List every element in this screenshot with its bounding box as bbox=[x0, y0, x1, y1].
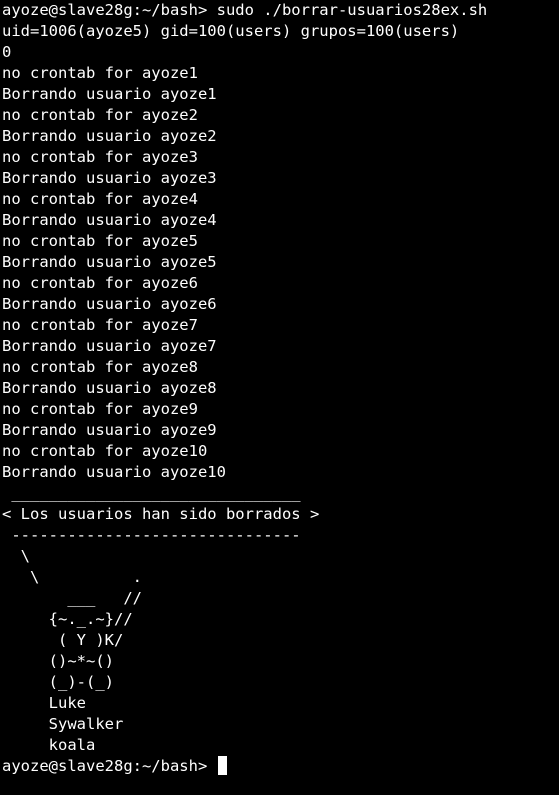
output-line: Borrando usuario ayoze8 bbox=[2, 379, 217, 397]
output-line: no crontab for ayoze4 bbox=[2, 190, 198, 208]
cowsay-line: koala bbox=[2, 736, 96, 754]
cowsay-line: < Los usuarios han sido borrados > bbox=[2, 505, 320, 523]
cowsay-line: Luke bbox=[2, 694, 86, 712]
output-line: Borrando usuario ayoze1 bbox=[2, 85, 217, 103]
shell-prompt: ayoze@slave28g:~/bash> bbox=[2, 757, 217, 775]
output-line: no crontab for ayoze9 bbox=[2, 400, 198, 418]
output-line: Borrando usuario ayoze3 bbox=[2, 169, 217, 187]
output-line: no crontab for ayoze2 bbox=[2, 106, 198, 124]
cowsay-line: (_)-(_) bbox=[2, 673, 114, 691]
output-line: no crontab for ayoze10 bbox=[2, 442, 208, 460]
cowsay-line: ()~*~() bbox=[2, 652, 114, 670]
prompt-line[interactable]: ayoze@slave28g:~/bash> bbox=[2, 756, 559, 777]
cowsay-line: {~._.~}// bbox=[2, 610, 133, 628]
cowsay-line: \ bbox=[2, 547, 30, 565]
cowsay-line: \ . bbox=[2, 568, 142, 586]
cowsay-line: ___ // bbox=[2, 589, 142, 607]
output-line: Borrando usuario ayoze4 bbox=[2, 211, 217, 229]
output-line: Borrando usuario ayoze2 bbox=[2, 127, 217, 145]
output-line: Borrando usuario ayoze9 bbox=[2, 421, 217, 439]
output-line: no crontab for ayoze8 bbox=[2, 358, 198, 376]
output-line: Borrando usuario ayoze6 bbox=[2, 295, 217, 313]
output-line: no crontab for ayoze1 bbox=[2, 64, 198, 82]
cowsay-line: ( Y )K/ bbox=[2, 631, 124, 649]
cowsay-line: ------------------------------- bbox=[2, 526, 301, 544]
terminal-window[interactable]: ayoze@slave28g:~/bash> sudo ./borrar-usu… bbox=[0, 0, 559, 795]
cowsay-line: _______________________________ bbox=[2, 484, 301, 502]
command-line: ayoze@slave28g:~/bash> sudo ./borrar-usu… bbox=[2, 1, 488, 19]
output-line: no crontab for ayoze3 bbox=[2, 148, 198, 166]
exit-status-line: 0 bbox=[2, 43, 12, 61]
output-line: no crontab for ayoze7 bbox=[2, 316, 198, 334]
output-line: Borrando usuario ayoze7 bbox=[2, 337, 217, 355]
id-output-line: uid=1006(ayoze5) gid=100(users) grupos=1… bbox=[2, 22, 460, 40]
text-cursor[interactable] bbox=[217, 756, 227, 775]
output-line: no crontab for ayoze5 bbox=[2, 232, 198, 250]
output-line: Borrando usuario ayoze5 bbox=[2, 253, 217, 271]
output-line: Borrando usuario ayoze10 bbox=[2, 463, 226, 481]
output-line: no crontab for ayoze6 bbox=[2, 274, 198, 292]
cowsay-line: Sywalker bbox=[2, 715, 124, 733]
